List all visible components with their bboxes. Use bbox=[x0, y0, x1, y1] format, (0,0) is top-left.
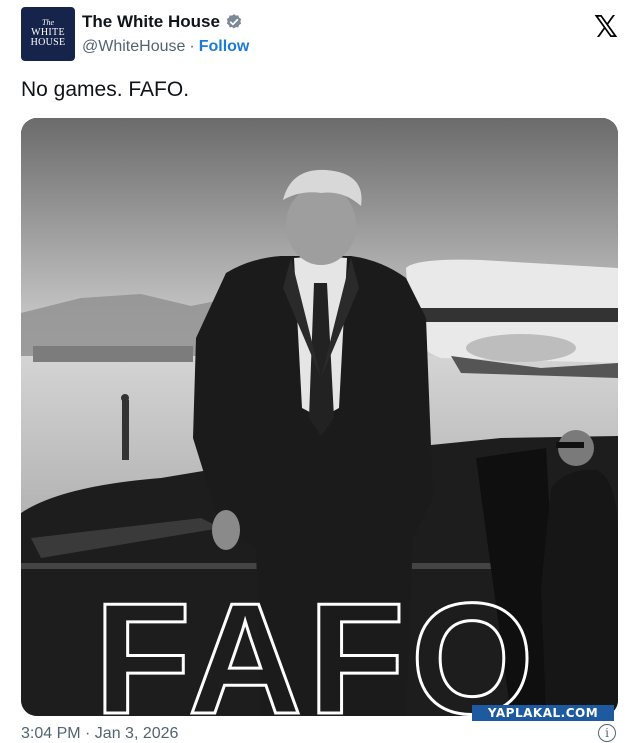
watermark: YAPLAKAL.COM bbox=[472, 705, 614, 721]
tweet-text: No games. FAFO. bbox=[21, 78, 190, 101]
photo-illustration: FAFO bbox=[21, 118, 618, 716]
image-caption: FAFO bbox=[94, 571, 539, 716]
account-name[interactable]: The White House bbox=[82, 12, 220, 32]
verified-badge-icon bbox=[226, 14, 242, 29]
account-handle[interactable]: @WhiteHouse bbox=[82, 38, 185, 56]
separator-dot: · bbox=[189, 38, 195, 55]
avatar[interactable]: The WHITE HOUSE bbox=[21, 7, 75, 61]
tweet-timestamp[interactable]: 3:04 PM · Jan 3, 2026 bbox=[21, 725, 178, 743]
avatar-logo-text: HOUSE bbox=[30, 37, 66, 49]
account-name-row: The White House bbox=[82, 12, 243, 32]
tweet-image[interactable]: FAFO bbox=[21, 118, 618, 716]
handle-row: @WhiteHouse · Follow bbox=[82, 38, 249, 56]
info-icon[interactable]: i bbox=[598, 724, 616, 742]
x-logo-icon[interactable]: 𝕏 bbox=[594, 10, 618, 45]
tweet-card: The WHITE HOUSE The White House @WhiteHo… bbox=[0, 0, 640, 743]
follow-button[interactable]: Follow bbox=[199, 38, 250, 56]
